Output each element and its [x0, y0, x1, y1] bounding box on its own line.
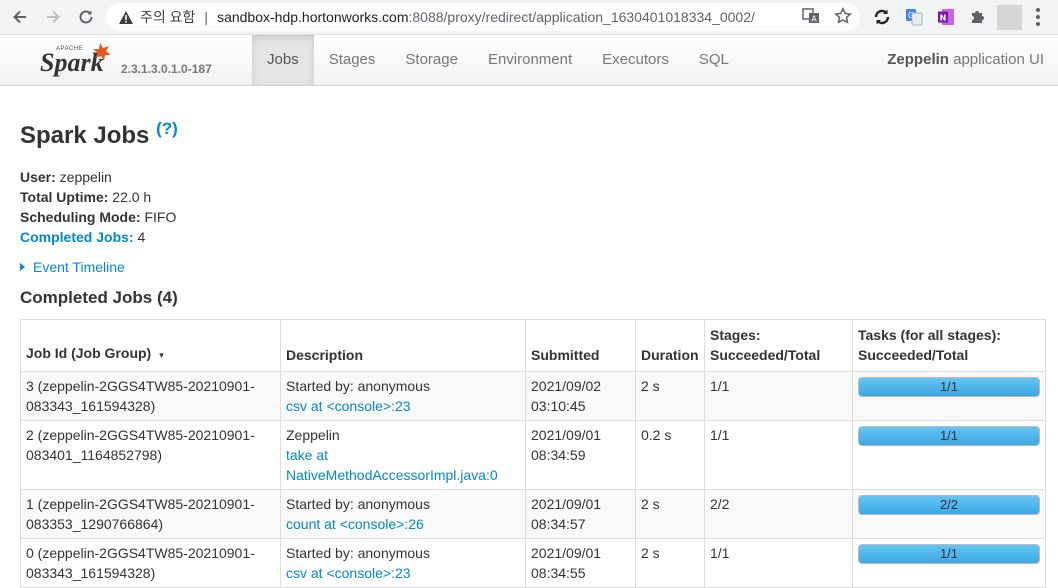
job-detail-link[interactable]: csv at <console>:23: [286, 565, 411, 581]
tasks-cell: 2/2: [852, 489, 1046, 539]
tasks-progress-bar: 1/1: [858, 426, 1040, 446]
job-summary: User: zeppelin Total Uptime: 22.0 h Sche…: [20, 167, 1045, 247]
expand-triangle-icon: [20, 263, 25, 271]
header-description[interactable]: Description: [280, 319, 526, 372]
table-row: 2 (zeppelin-2GGS4TW85-20210901- 083401_11…: [20, 420, 1046, 490]
stages-cell: 2/2: [704, 489, 853, 539]
header-duration[interactable]: Duration: [635, 319, 705, 372]
job-id-cell: 2 (zeppelin-2GGS4TW85-20210901- 083401_11…: [20, 420, 281, 490]
table-row: 1 (zeppelin-2GGS4TW85-20210901- 083353_12…: [20, 489, 1046, 539]
completed-jobs-table: Job Id (Job Group) ▾ Description Submitte…: [20, 319, 1046, 588]
summary-scheduling-mode: Scheduling Mode: FIFO: [20, 209, 177, 225]
summary-uptime: Total Uptime: 22.0 h: [20, 189, 152, 205]
description-cell: Started by: anonymous csv at <console>:23: [280, 371, 526, 421]
address-bar[interactable]: 주의 요함 | sandbox-hdp.hortonworks.com:8088…: [106, 3, 860, 31]
tasks-cell: 1/1: [852, 538, 1046, 588]
tab-jobs[interactable]: Jobs: [252, 35, 314, 85]
not-secure-label: 주의 요함: [140, 9, 196, 25]
spark-logo-graphic: APACHE Spark: [40, 43, 111, 77]
tasks-progress-bar: 1/1: [858, 544, 1040, 564]
browser-menu-icon[interactable]: [1035, 7, 1041, 30]
header-stages[interactable]: Stages: Succeeded/Total: [704, 319, 853, 372]
job-detail-link[interactable]: csv at <console>:23: [286, 398, 411, 414]
google-translate-extension-icon[interactable]: G: [903, 6, 925, 28]
page-title-text: Spark Jobs: [20, 122, 150, 149]
submitted-cell: 2021/09/01 08:34:59: [525, 420, 636, 490]
summary-completed-jobs: Completed Jobs: 4: [20, 229, 146, 245]
header-job-id[interactable]: Job Id (Job Group) ▾: [20, 319, 281, 372]
description-cell: Started by: anonymous count at <console>:…: [280, 489, 526, 539]
completed-jobs-link[interactable]: Completed Jobs:: [20, 229, 134, 245]
omnibox-actions: A: [802, 7, 852, 28]
url-path: :8088/proxy/redirect/application_1630401…: [408, 9, 755, 25]
table-row: 0 (zeppelin-2GGS4TW85-20210901- 083343_16…: [20, 538, 1046, 588]
event-timeline-toggle[interactable]: Event Timeline: [20, 257, 1045, 277]
sort-desc-icon: ▾: [159, 350, 164, 360]
tasks-cell: 1/1: [852, 420, 1046, 490]
spark-navbar: APACHE Spark 2.3.1.3.0.1.0-187 Jobs Stag…: [0, 35, 1058, 86]
extensions-puzzle-icon[interactable]: [967, 6, 989, 28]
application-title: Zeppelin application UI: [887, 35, 1044, 85]
warning-triangle-icon: [119, 10, 133, 24]
spark-version: 2.3.1.3.0.1.0-187: [121, 62, 212, 76]
svg-text:G: G: [908, 11, 914, 20]
duration-cell: 0.2 s: [635, 420, 705, 490]
tasks-progress-bar: 1/1: [858, 377, 1040, 397]
job-detail-link[interactable]: count at <console>:26: [286, 516, 424, 532]
profile-avatar[interactable]: [997, 5, 1022, 30]
svg-text:N: N: [940, 14, 947, 23]
page-content: Spark Jobs (?) User: zeppelin Total Upti…: [20, 86, 1046, 588]
url-host: sandbox-hdp.hortonworks.com: [217, 9, 409, 25]
tab-storage[interactable]: Storage: [390, 35, 473, 85]
table-header-row: Job Id (Job Group) ▾ Description Submitte…: [20, 319, 1046, 372]
submitted-cell: 2021/09/02 03:10:45: [525, 371, 636, 421]
omnibox-separator: |: [204, 9, 209, 25]
tab-stages[interactable]: Stages: [314, 35, 391, 85]
submitted-cell: 2021/09/01 08:34:55: [525, 538, 636, 588]
nav-tabs: Jobs Stages Storage Environment Executor…: [252, 35, 744, 85]
tasks-progress-bar: 2/2: [858, 495, 1040, 515]
job-id-cell: 1 (zeppelin-2GGS4TW85-20210901- 083353_12…: [20, 489, 281, 539]
help-link[interactable]: (?): [156, 119, 178, 138]
event-timeline-label: Event Timeline: [33, 259, 125, 275]
description-cell: Zeppelin take at NativeMethodAccessorImpl.…: [280, 420, 526, 490]
submitted-cell: 2021/09/01 08:34:57: [525, 489, 636, 539]
browser-toolbar: 주의 요함 | sandbox-hdp.hortonworks.com:8088…: [0, 0, 1058, 35]
table-row: 3 (zeppelin-2GGS4TW85-20210901- 083343_16…: [20, 371, 1046, 421]
duration-cell: 2 s: [635, 489, 705, 539]
duration-cell: 2 s: [635, 371, 705, 421]
description-cell: Started by: anonymous csv at <console>:23: [280, 538, 526, 588]
not-secure-warning[interactable]: 주의 요함: [118, 7, 195, 27]
completed-jobs-heading[interactable]: Completed Jobs (4): [20, 287, 1045, 309]
sync-extension-icon[interactable]: [871, 6, 893, 28]
onenote-extension-icon[interactable]: N: [935, 6, 957, 28]
page-title: Spark Jobs (?): [20, 114, 1045, 151]
spark-logo[interactable]: APACHE Spark: [38, 37, 218, 83]
svg-text:A: A: [811, 15, 817, 24]
stages-cell: 1/1: [704, 420, 853, 490]
translate-icon[interactable]: A: [802, 7, 820, 28]
job-detail-link[interactable]: take at NativeMethodAccessorImpl.java:0: [286, 447, 498, 483]
bookmark-star-icon[interactable]: [834, 7, 852, 28]
tab-sql[interactable]: SQL: [684, 35, 744, 85]
application-name: Zeppelin: [887, 51, 949, 68]
tab-environment[interactable]: Environment: [473, 35, 587, 85]
forward-arrow-icon[interactable]: [41, 5, 65, 29]
header-submitted[interactable]: Submitted: [525, 319, 636, 372]
svg-text:Spark: Spark: [40, 48, 104, 77]
summary-user: User: zeppelin: [20, 169, 112, 185]
duration-cell: 2 s: [635, 538, 705, 588]
application-suffix: application UI: [948, 51, 1044, 68]
tasks-cell: 1/1: [852, 371, 1046, 421]
stages-cell: 1/1: [704, 538, 853, 588]
reload-icon[interactable]: [74, 5, 98, 29]
back-arrow-icon[interactable]: [8, 5, 32, 29]
header-tasks[interactable]: Tasks (for all stages): Succeeded/Total: [852, 319, 1046, 372]
stages-cell: 1/1: [704, 371, 853, 421]
job-id-cell: 0 (zeppelin-2GGS4TW85-20210901- 083343_16…: [20, 538, 281, 588]
tab-executors[interactable]: Executors: [587, 35, 684, 85]
job-id-cell: 3 (zeppelin-2GGS4TW85-20210901- 083343_16…: [20, 371, 281, 421]
